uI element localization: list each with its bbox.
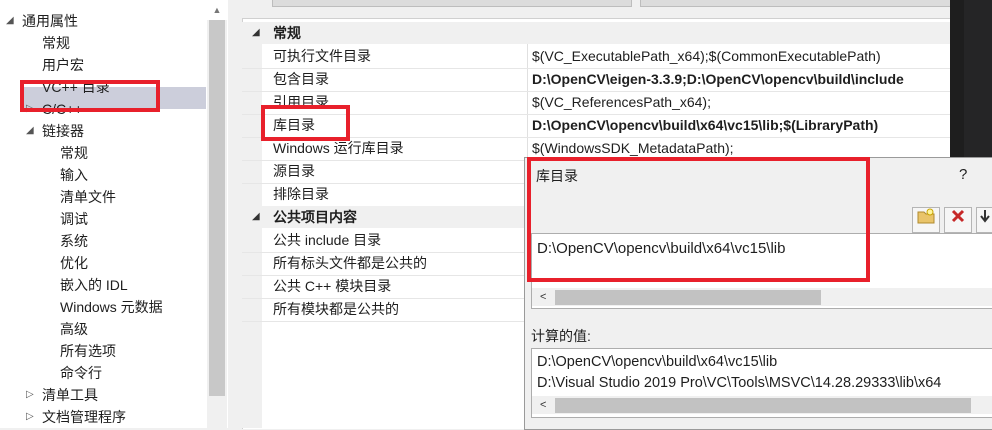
tree-item[interactable]: 所有选项 bbox=[60, 340, 116, 362]
new-line-folder-icon[interactable] bbox=[912, 207, 940, 233]
property-name: 所有标头文件都是公共的 bbox=[273, 255, 427, 271]
tree-item[interactable]: 系统 bbox=[60, 230, 88, 252]
computed-value-line: D:\OpenCV\opencv\build\x64\vc15\lib bbox=[537, 354, 778, 370]
scroll-left-icon[interactable]: < bbox=[540, 288, 546, 306]
property-value[interactable]: $(VC_ExecutablePath_x64);$(CommonExecuta… bbox=[532, 45, 952, 68]
tree-item[interactable]: 清单工具 bbox=[42, 384, 98, 406]
tree-item[interactable]: Windows 元数据 bbox=[60, 296, 163, 318]
computed-scrollbar-thumb[interactable] bbox=[555, 398, 971, 413]
collapsed-arrow-icon[interactable]: ▷ bbox=[26, 406, 34, 428]
tree-item[interactable]: 文档管理程序 bbox=[42, 406, 126, 428]
move-down-icon[interactable] bbox=[976, 207, 992, 233]
settings-tree bbox=[0, 0, 228, 428]
tree-item[interactable]: 命令行 bbox=[60, 362, 102, 384]
delete-line-icon[interactable] bbox=[944, 207, 972, 233]
tree-item[interactable]: 通用属性 bbox=[22, 10, 78, 32]
collapse-arrow-icon[interactable]: ◢ bbox=[252, 22, 260, 44]
property-value[interactable]: D:\OpenCV\eigen-3.3.9;D:\OpenCV\opencv\b… bbox=[532, 68, 952, 91]
highlight-vc-directories bbox=[20, 80, 160, 112]
collapse-arrow-icon[interactable]: ◢ bbox=[252, 206, 260, 228]
tree-item[interactable]: 嵌入的 IDL bbox=[60, 274, 128, 296]
tree-item[interactable]: 常规 bbox=[42, 32, 70, 54]
group-general-label: 常规 bbox=[273, 25, 301, 41]
tree-item[interactable]: 调试 bbox=[60, 208, 88, 230]
tree-item[interactable]: 输入 bbox=[60, 164, 88, 186]
property-name: 公共 C++ 模块目录 bbox=[273, 278, 392, 294]
highlight-dialog-value bbox=[527, 157, 870, 282]
property-name: 所有模块都是公共的 bbox=[273, 301, 399, 317]
tree-item[interactable]: 链接器 bbox=[42, 120, 84, 142]
group-general[interactable]: ◢ 常规 bbox=[242, 22, 950, 44]
top-button-right[interactable] bbox=[640, 0, 960, 7]
tree-item[interactable]: 优化 bbox=[60, 252, 88, 274]
tree-scroll-up-icon[interactable]: ▲ bbox=[207, 0, 227, 20]
tree-scrollbar-thumb[interactable] bbox=[209, 20, 225, 396]
property-name: 公共 include 目录 bbox=[273, 232, 382, 248]
tree-item[interactable]: 用户宏 bbox=[42, 54, 84, 76]
tree-item[interactable]: 高级 bbox=[60, 318, 88, 340]
computed-value-line: D:\Visual Studio 2019 Pro\VC\Tools\MSVC\… bbox=[537, 375, 942, 391]
expanded-arrow-icon[interactable]: ◢ bbox=[6, 10, 14, 32]
property-name: 包含目录 bbox=[273, 71, 329, 87]
scroll-left-icon[interactable]: < bbox=[540, 396, 546, 414]
property-value[interactable]: $(VC_ReferencesPath_x64); bbox=[532, 91, 952, 114]
expanded-arrow-icon[interactable]: ◢ bbox=[26, 120, 34, 142]
help-button[interactable]: ? bbox=[959, 166, 967, 183]
pane-divider bbox=[228, 0, 242, 428]
computed-values-label: 计算的值: bbox=[531, 328, 591, 344]
group-public-label: 公共项目内容 bbox=[273, 209, 357, 225]
property-row[interactable]: 包含目录 D:\OpenCV\eigen-3.3.9;D:\OpenCV\open… bbox=[242, 68, 950, 92]
property-value[interactable]: D:\OpenCV\opencv\build\x64\vc15\lib;$(Li… bbox=[532, 114, 952, 137]
property-name: 可执行文件目录 bbox=[273, 48, 371, 64]
tree-item[interactable]: 常规 bbox=[60, 142, 88, 164]
top-button-left[interactable] bbox=[272, 0, 632, 7]
edit-scrollbar-thumb[interactable] bbox=[555, 290, 821, 305]
highlight-library-directories bbox=[261, 105, 350, 141]
property-name: 源目录 bbox=[273, 163, 315, 179]
tree-item[interactable]: 清单文件 bbox=[60, 186, 116, 208]
collapsed-arrow-icon[interactable]: ▷ bbox=[26, 384, 34, 406]
property-row[interactable]: 可执行文件目录 $(VC_ExecutablePath_x64);$(Common… bbox=[242, 45, 950, 69]
property-name: 排除目录 bbox=[273, 186, 329, 202]
